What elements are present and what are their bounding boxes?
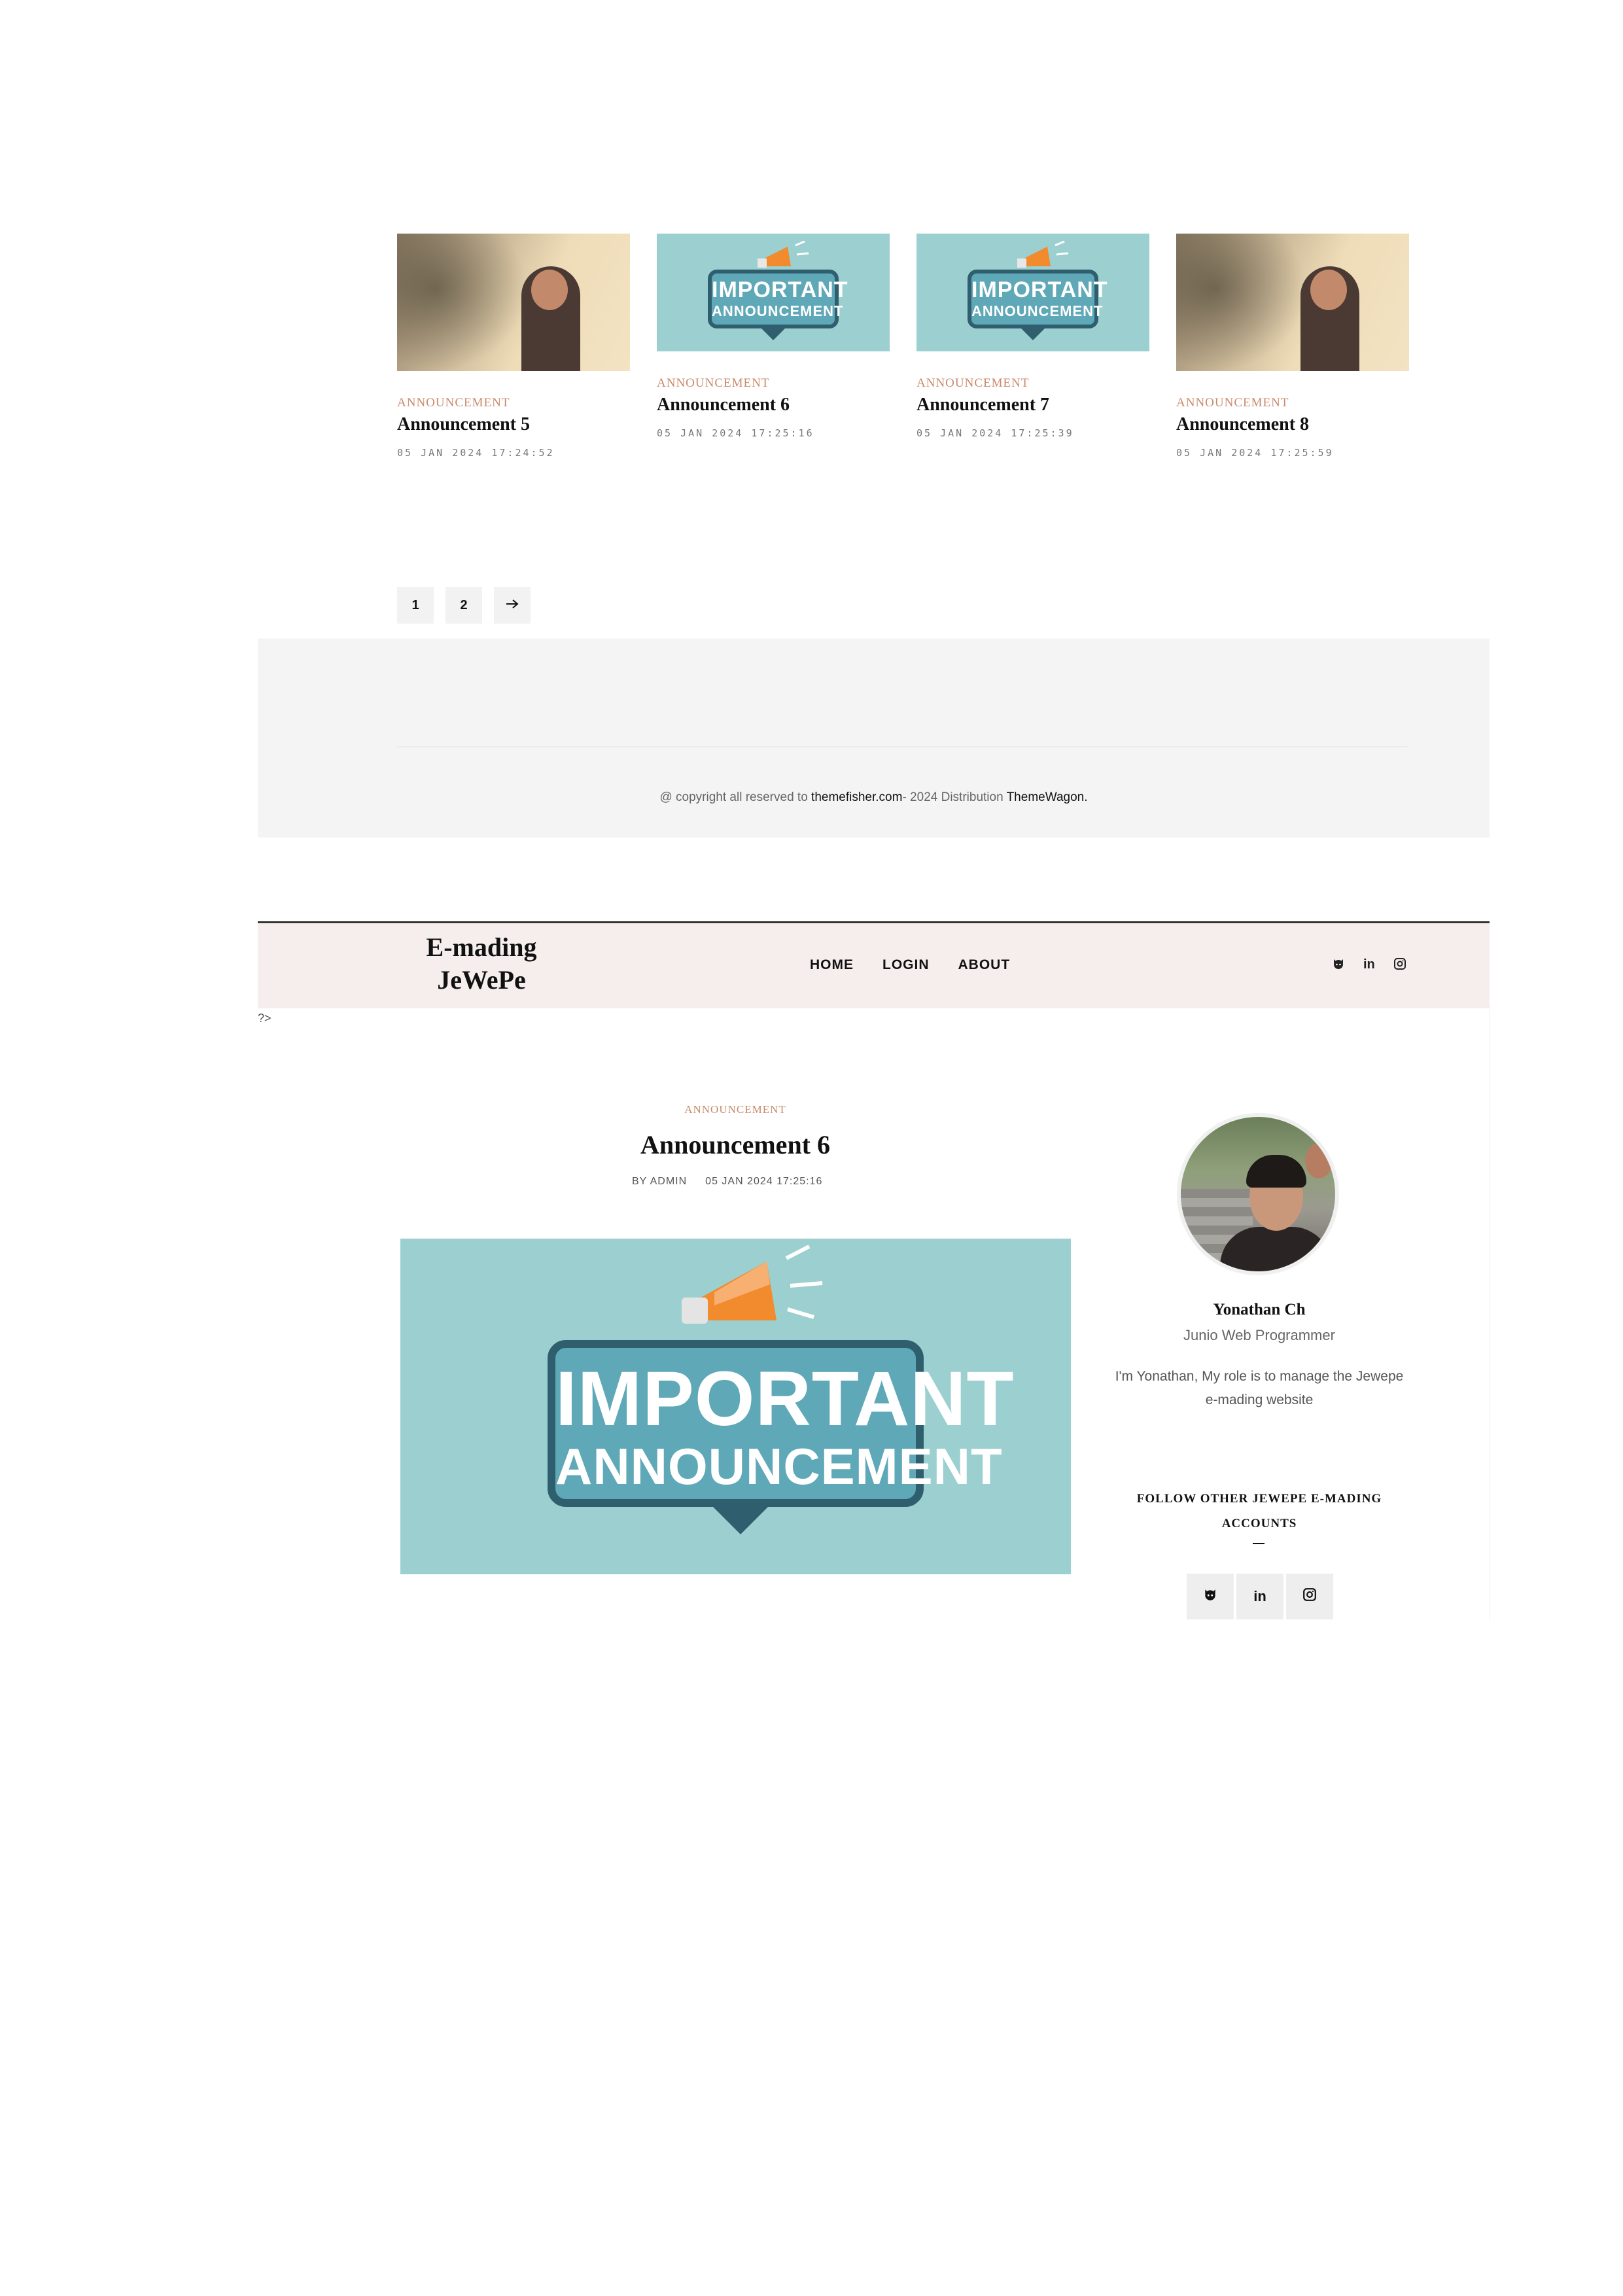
next-page-button[interactable] xyxy=(494,587,531,624)
site-logo[interactable]: E-mading JeWePe xyxy=(416,931,547,997)
linkedin-icon[interactable]: in xyxy=(1363,957,1375,974)
site-footer: @ copyright all reserved to themefisher.… xyxy=(258,639,1490,838)
card-title[interactable]: Announcement 8 xyxy=(1176,414,1409,435)
page-2-button[interactable]: 2 xyxy=(445,587,482,624)
nav-login[interactable]: LOGIN xyxy=(882,957,930,973)
card-title[interactable]: Announcement 5 xyxy=(397,414,630,435)
page-1-button[interactable]: 1 xyxy=(397,587,434,624)
post-card-8[interactable]: ANNOUNCEMENT Announcement 8 05 JAN 2024 … xyxy=(1176,234,1409,459)
stray-php-tag: ?> xyxy=(258,1012,271,1025)
post-thumbnail[interactable] xyxy=(397,234,630,371)
post-meta: BY ADMIN 05 JAN 2024 17:25:16 xyxy=(632,1176,822,1188)
card-date: 05 JAN 2024 17:25:59 xyxy=(1176,447,1334,459)
post-title: Announcement 6 xyxy=(640,1130,831,1159)
pagination: 1 2 xyxy=(397,587,531,624)
card-date: 05 JAN 2024 17:25:39 xyxy=(916,427,1074,439)
post-author: BY ADMIN xyxy=(632,1176,688,1187)
linkedin-button[interactable]: in xyxy=(1236,1574,1283,1619)
themefisher-link[interactable]: themefisher.com xyxy=(811,790,902,804)
post-hero-image: IMPORTANT ANNOUNCEMENT xyxy=(400,1239,1071,1574)
nav-about[interactable]: ABOUT xyxy=(958,957,1011,973)
card-category[interactable]: ANNOUNCEMENT xyxy=(1176,396,1409,410)
card-category[interactable]: ANNOUNCEMENT xyxy=(657,376,890,391)
github-icon[interactable] xyxy=(1332,957,1345,974)
github-icon xyxy=(1203,1587,1217,1606)
nav-home[interactable]: HOME xyxy=(810,957,854,973)
arrow-right-icon xyxy=(505,598,519,613)
post-thumbnail[interactable] xyxy=(1176,234,1409,371)
site-header: E-mading JeWePe HOME LOGIN ABOUT in xyxy=(258,921,1490,1008)
card-title[interactable]: Announcement 6 xyxy=(657,395,890,415)
post-card-5[interactable]: ANNOUNCEMENT Announcement 5 05 JAN 2024 … xyxy=(397,234,630,459)
post-card-7[interactable]: IMPORTANT ANNOUNCEMENT ANNOUNCEMENT Anno… xyxy=(916,234,1149,439)
heading-divider xyxy=(1253,1543,1265,1544)
card-category[interactable]: ANNOUNCEMENT xyxy=(916,376,1149,391)
post-date: 05 JAN 2024 17:25:16 xyxy=(705,1176,823,1187)
themewagon-link[interactable]: ThemeWagon. xyxy=(1007,790,1088,804)
card-date: 05 JAN 2024 17:25:16 xyxy=(657,427,814,439)
card-category[interactable]: ANNOUNCEMENT xyxy=(397,396,630,410)
card-date: 05 JAN 2024 17:24:52 xyxy=(397,447,555,459)
instagram-button[interactable] xyxy=(1286,1574,1333,1619)
header-social-links: in xyxy=(1332,957,1406,974)
instagram-icon xyxy=(1302,1587,1317,1606)
linkedin-icon: in xyxy=(1253,1588,1266,1604)
sidebar-social-links: in xyxy=(1187,1574,1333,1619)
author-avatar xyxy=(1177,1113,1339,1275)
post-card-6[interactable]: IMPORTANT ANNOUNCEMENT ANNOUNCEMENT Anno… xyxy=(657,234,890,439)
author-role: Junio Web Programmer xyxy=(1183,1327,1335,1343)
author-bio: I'm Yonathan, My role is to manage the J… xyxy=(1115,1369,1404,1407)
post-category[interactable]: ANNOUNCEMENT xyxy=(389,1103,1082,1116)
follow-heading: FOLLOW OTHER JEWEPE E-MADING ACCOUNTS xyxy=(1136,1492,1382,1530)
author-name: Yonathan Ch xyxy=(1213,1301,1306,1318)
post-thumbnail[interactable]: IMPORTANT ANNOUNCEMENT xyxy=(657,234,890,351)
card-title[interactable]: Announcement 7 xyxy=(916,395,1149,415)
copyright-text: @ copyright all reserved to themefisher.… xyxy=(659,790,1088,804)
instagram-icon[interactable] xyxy=(1393,957,1406,974)
megaphone-icon xyxy=(675,1245,839,1340)
github-button[interactable] xyxy=(1187,1574,1234,1619)
post-thumbnail[interactable]: IMPORTANT ANNOUNCEMENT xyxy=(916,234,1149,351)
main-nav: HOME LOGIN ABOUT xyxy=(810,957,1010,973)
